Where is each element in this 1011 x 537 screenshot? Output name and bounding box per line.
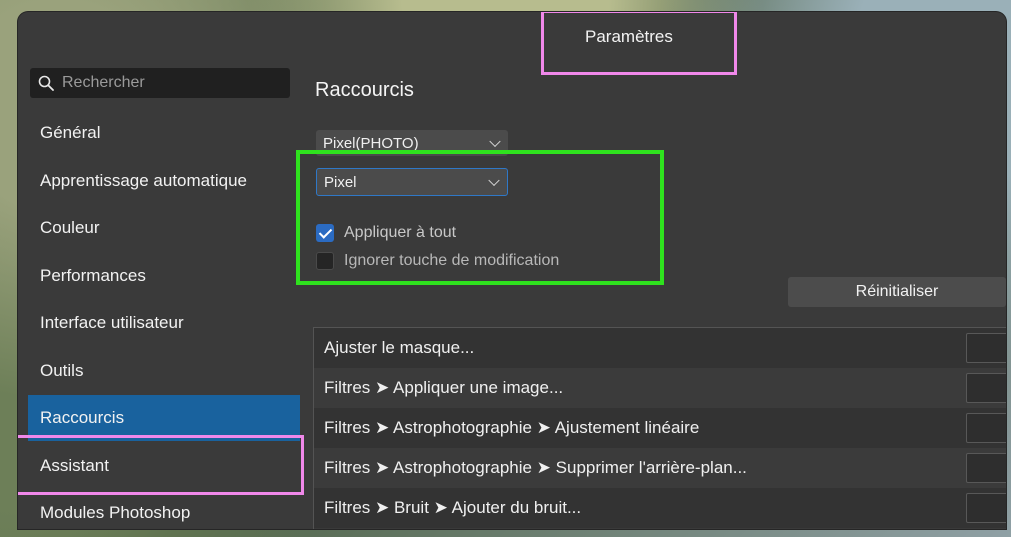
sidebar-item-machine-learning[interactable]: Apprentissage automatique bbox=[28, 158, 300, 204]
shortcut-key-field[interactable] bbox=[966, 373, 1006, 403]
shortcut-command-label: Filtres ➤ Astrophotographie ➤ Ajustement… bbox=[324, 418, 700, 437]
shortcut-key-field[interactable] bbox=[966, 493, 1006, 523]
shortcut-command-label: Filtres ➤ Astrophotographie ➤ Supprimer … bbox=[324, 458, 747, 477]
sidebar-item-label: Général bbox=[40, 123, 101, 142]
shortcut-key-field[interactable] bbox=[966, 413, 1006, 443]
table-row[interactable]: Filtres ➤ Appliquer une image... bbox=[314, 368, 1006, 408]
shortcut-command-label: Filtres ➤ Bruit ➤ Ajouter du bruit... bbox=[324, 498, 582, 517]
sidebar-item-color[interactable]: Couleur bbox=[28, 205, 300, 251]
shortcut-command-label: Filtres ➤ Appliquer une image... bbox=[324, 378, 564, 397]
sidebar-item-label: Raccourcis bbox=[40, 408, 125, 427]
chevron-down-icon bbox=[489, 135, 501, 148]
sidebar-item-user-interface[interactable]: Interface utilisateur bbox=[28, 300, 300, 346]
main-content: Raccourcis Pixel(PHOTO) Pixel Appliquer … bbox=[296, 62, 1006, 529]
title-bar: Paramètres bbox=[18, 12, 1006, 75]
table-row[interactable]: Filtres ➤ Astrophotographie ➤ Supprimer … bbox=[314, 448, 1006, 488]
table-row[interactable]: Ajuster le masque... bbox=[314, 328, 1006, 368]
sidebar-item-label: Performances bbox=[40, 266, 146, 285]
table-row[interactable]: Filtres ➤ Bruit ➤ Ajouter du bruit... bbox=[314, 488, 1006, 528]
search-icon bbox=[38, 75, 54, 91]
table-row[interactable]: Filtres ➤ Astrophotographie ➤ Ajustement… bbox=[314, 408, 1006, 448]
shortcuts-list: Ajuster le masque... Filtres ➤ Appliquer… bbox=[313, 327, 1006, 529]
search-input[interactable] bbox=[62, 74, 282, 92]
reset-button[interactable]: Réinitialiser bbox=[788, 277, 1006, 307]
shortcut-command-label: Ajuster le masque... bbox=[324, 338, 475, 357]
sidebar-item-label: Outils bbox=[40, 361, 84, 380]
sidebar-item-photoshop-plugins[interactable]: Modules Photoshop bbox=[28, 490, 300, 529]
shortcut-key-field[interactable] bbox=[966, 453, 1006, 483]
sidebar-item-tools[interactable]: Outils bbox=[28, 348, 300, 394]
options-annotation-box bbox=[296, 150, 664, 285]
sidebar-item-label: Modules Photoshop bbox=[40, 503, 191, 522]
sidebar-item-label: Couleur bbox=[40, 218, 100, 237]
shortcut-key-field[interactable] bbox=[966, 333, 1006, 363]
settings-window: Paramètres Général Apprentissage automat… bbox=[18, 12, 1006, 529]
sidebar-item-label: Interface utilisateur bbox=[40, 313, 184, 332]
sidebar-item-performance[interactable]: Performances bbox=[28, 253, 300, 299]
persona-dropdown-value: Pixel(PHOTO) bbox=[323, 134, 419, 152]
sidebar-item-label: Apprentissage automatique bbox=[40, 171, 247, 190]
shortcuts-annotation-box bbox=[18, 435, 304, 495]
search-box[interactable] bbox=[30, 68, 290, 98]
page-title: Raccourcis bbox=[315, 79, 414, 101]
sidebar: Général Apprentissage automatique Couleu… bbox=[18, 62, 310, 529]
sidebar-item-general[interactable]: Général bbox=[28, 110, 300, 156]
